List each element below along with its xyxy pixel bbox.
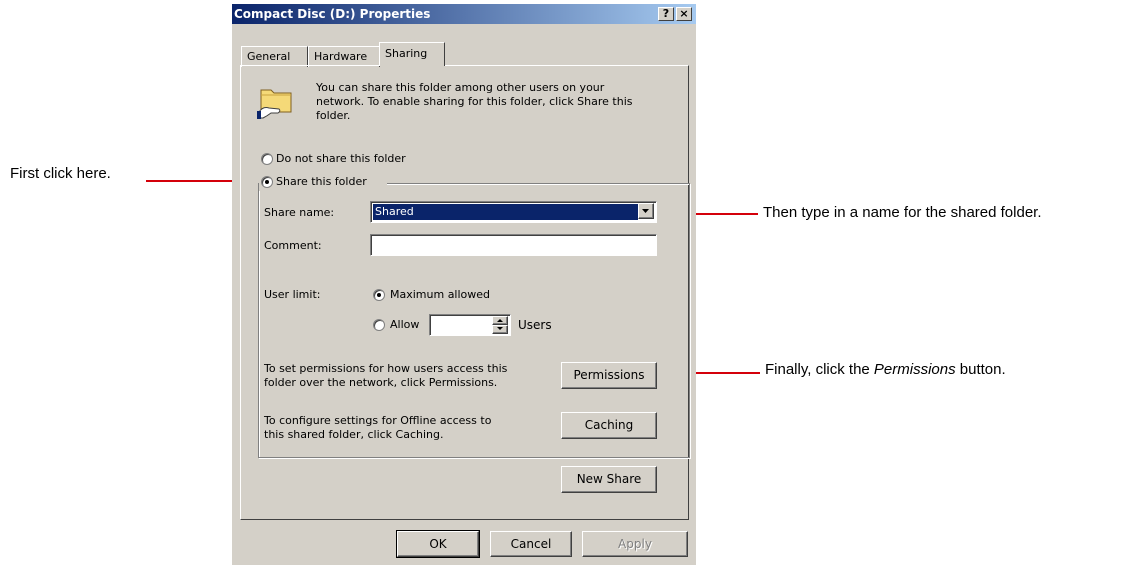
dialog-title: Compact Disc (D:) Properties	[234, 7, 431, 21]
permissions-text-line-2: folder over the network, click Permissio…	[264, 376, 498, 389]
new-share-button[interactable]: New Share	[561, 466, 657, 493]
tab-general-label: General	[247, 50, 291, 63]
new-share-button-label: New Share	[576, 472, 642, 486]
tab-general[interactable]: General	[241, 46, 308, 67]
permissions-button-label: Permissions	[573, 368, 645, 382]
allow-radio[interactable]	[373, 319, 385, 331]
share-name-label: Share name:	[264, 206, 335, 219]
share-name-dropdown-button[interactable]	[638, 203, 654, 219]
spinner-up-button[interactable]	[492, 316, 508, 325]
caching-text-line-2: this shared folder, click Caching.	[264, 428, 444, 441]
comment-field[interactable]	[370, 234, 657, 256]
ok-button[interactable]: OK	[396, 530, 480, 558]
allow-label[interactable]: Allow	[390, 318, 419, 331]
ok-button-label: OK	[429, 537, 447, 551]
cancel-button[interactable]: Cancel	[490, 531, 572, 557]
do-not-share-radio[interactable]	[261, 153, 273, 165]
share-this-folder-radio[interactable]	[261, 176, 273, 188]
chevron-down-icon	[642, 209, 649, 213]
apply-button[interactable]: Apply	[582, 531, 688, 557]
do-not-share-label[interactable]: Do not share this folder	[276, 152, 406, 165]
shared-folder-icon	[257, 89, 292, 119]
permissions-text-line-1: To set permissions for how users access …	[264, 362, 508, 375]
user-limit-label: User limit:	[264, 288, 321, 301]
share-name-value[interactable]: Shared	[375, 205, 414, 218]
share-this-folder-label[interactable]: Share this folder	[276, 175, 367, 188]
spinner-down-button[interactable]	[492, 325, 508, 334]
caching-button[interactable]: Caching	[561, 412, 657, 439]
callout-permissions: Finally, click the Permissions button.	[765, 361, 1006, 378]
callout-share-name: Then type in a name for the shared folde…	[763, 204, 1042, 221]
properties-dialog: Compact Disc (D:) Properties ? × General…	[232, 4, 696, 565]
permissions-button[interactable]: Permissions	[561, 362, 657, 389]
tab-sharing[interactable]: Sharing	[379, 42, 445, 66]
cancel-button-label: Cancel	[510, 537, 552, 551]
help-button[interactable]: ?	[658, 7, 674, 21]
maximum-allowed-label[interactable]: Maximum allowed	[390, 288, 490, 301]
share-name-combo[interactable]: Shared	[370, 201, 657, 223]
caching-button-label: Caching	[584, 418, 634, 432]
tab-sharing-label: Sharing	[385, 47, 428, 60]
info-text-line-3: folder.	[316, 109, 351, 122]
arrow-up-icon	[497, 319, 503, 322]
callout-first-click: First click here.	[10, 165, 111, 182]
allow-users-spinner[interactable]	[429, 314, 511, 336]
tab-hardware-label: Hardware	[314, 50, 368, 63]
tab-hardware[interactable]: Hardware	[308, 46, 380, 67]
apply-button-label: Apply	[618, 537, 652, 551]
close-button[interactable]: ×	[676, 7, 692, 21]
comment-label: Comment:	[264, 239, 322, 252]
arrow-down-icon	[497, 327, 503, 330]
info-text-line-1: You can share this folder among other us…	[316, 81, 605, 94]
caching-text-line-1: To configure settings for Offline access…	[264, 414, 492, 427]
info-text-line-2: network. To enable sharing for this fold…	[316, 95, 633, 108]
title-bar[interactable]: Compact Disc (D:) Properties ? ×	[232, 4, 696, 24]
sharing-panel: You can share this folder among other us…	[240, 65, 690, 520]
users-label: Users	[518, 318, 552, 332]
maximum-allowed-radio[interactable]	[373, 289, 385, 301]
